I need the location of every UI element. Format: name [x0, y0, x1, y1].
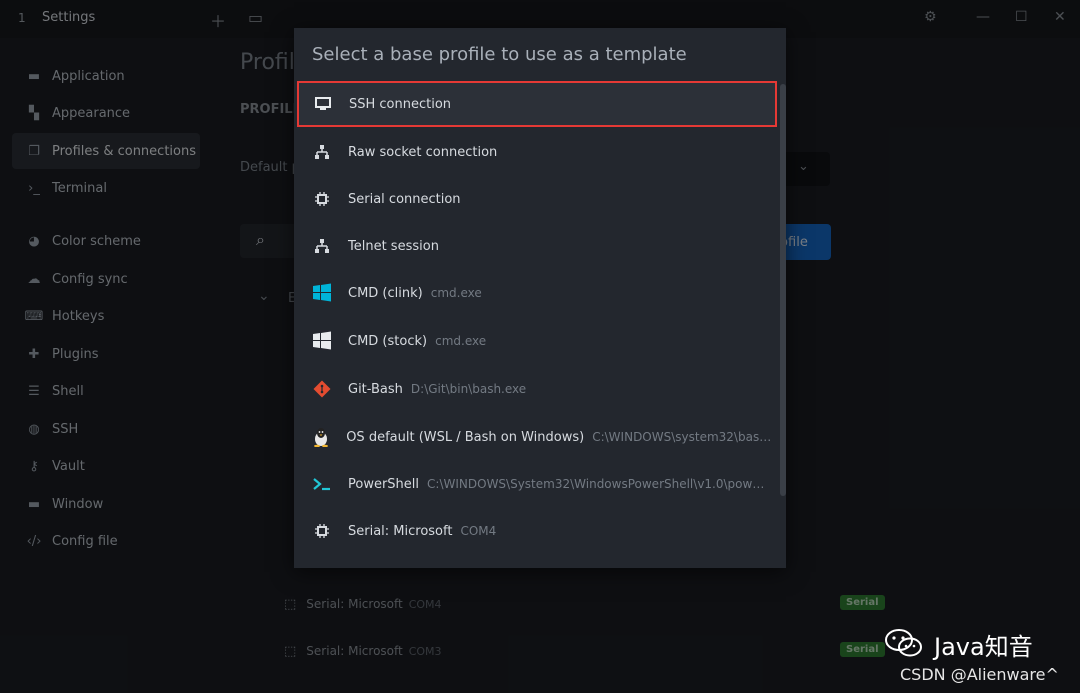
chip-icon [312, 521, 332, 541]
watermark-title: Java知音 [934, 633, 1033, 661]
template-label: SSH connection [349, 96, 452, 112]
watermark-subtitle: CSDN @Alienware^ [900, 665, 1059, 684]
template-item-serial-com4[interactable]: Serial: Microsoft COM4 [298, 508, 774, 554]
template-command: COM4 [460, 524, 497, 538]
windows-icon [312, 283, 332, 303]
wechat-logo-icon [884, 628, 924, 658]
template-item-ssh[interactable]: SSH connection [297, 81, 777, 127]
modal-title: Select a base profile to use as a templa… [312, 44, 687, 65]
powershell-icon [312, 474, 332, 494]
template-label: Serial connection [348, 191, 461, 207]
template-label: Telnet session [348, 238, 439, 254]
monitor-icon [313, 94, 333, 114]
chip-icon [312, 189, 332, 209]
template-item-powershell[interactable]: PowerShell C:\WINDOWS\System32\WindowsPo… [298, 461, 774, 507]
modal-scrollbar[interactable] [780, 84, 786, 496]
network-icon [312, 236, 332, 256]
template-command: C:\WINDOWS\system32\bash.exe [592, 430, 774, 444]
template-item-cmd-stock[interactable]: CMD (stock) cmd.exe [298, 318, 774, 364]
template-command: D:\Git\bin\bash.exe [410, 382, 527, 396]
linux-icon [312, 427, 330, 447]
template-label: CMD (stock) [348, 333, 428, 349]
template-label: Raw socket connection [348, 144, 498, 160]
template-item-os-default[interactable]: OS default (WSL / Bash on Windows) C:\WI… [298, 414, 774, 460]
template-label: Serial: Microsoft [348, 523, 453, 539]
template-item-serial[interactable]: Serial connection [298, 176, 774, 222]
base-profile-picker: Select a base profile to use as a templa… [294, 28, 786, 568]
template-label: PowerShell [348, 476, 420, 492]
template-command: cmd.exe [435, 334, 487, 348]
template-label: Git-Bash [348, 381, 403, 397]
template-item-git-bash[interactable]: Git-Bash D:\Git\bin\bash.exe [298, 366, 774, 412]
template-item-telnet[interactable]: Telnet session [298, 223, 774, 269]
git-icon [312, 379, 332, 399]
windows-icon [312, 331, 332, 351]
template-label: OS default (WSL / Bash on Windows) [346, 429, 585, 445]
template-command: C:\WINDOWS\System32\WindowsPowerShell\v1… [427, 477, 771, 491]
template-label: CMD (clink) [348, 285, 423, 301]
network-icon [312, 142, 332, 162]
template-command: cmd.exe [430, 286, 482, 300]
template-item-raw-socket[interactable]: Raw socket connection [298, 129, 774, 175]
template-item-cmd-clink[interactable]: CMD (clink) cmd.exe [298, 270, 774, 316]
